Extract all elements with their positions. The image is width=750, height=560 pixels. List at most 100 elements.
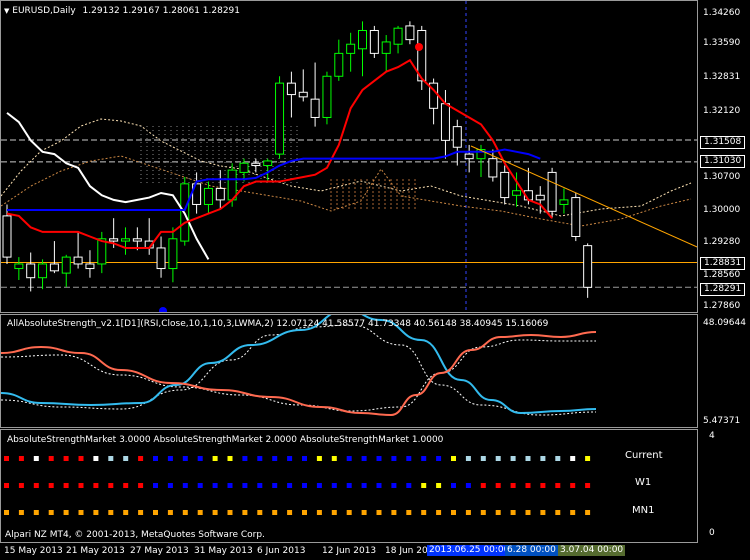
absolute-strength-canvas[interactable] xyxy=(1,315,698,428)
strength-dot xyxy=(555,510,561,515)
strength-dot xyxy=(197,456,203,461)
date-label: 21 May 2013 xyxy=(66,546,125,556)
strength-dot xyxy=(138,510,144,515)
price-chart-canvas[interactable] xyxy=(1,1,698,313)
strength-dot xyxy=(242,510,248,515)
candle-body xyxy=(488,158,498,178)
strength-dot xyxy=(108,510,114,515)
strength-dot xyxy=(331,510,337,515)
date-label: 12 Jun 2013 xyxy=(322,546,377,556)
strength-dot xyxy=(212,456,218,461)
candle-body xyxy=(405,25,415,41)
strength-dot xyxy=(257,483,263,488)
row-label-current: Current xyxy=(625,450,663,461)
candle-body xyxy=(298,91,308,98)
strength-dot xyxy=(421,510,427,515)
strength-dot xyxy=(406,510,412,515)
price-label: 1.32831 xyxy=(703,72,741,82)
strength-market-canvas[interactable] xyxy=(1,430,698,543)
strength-dot xyxy=(451,510,456,515)
strength-dot xyxy=(182,456,188,461)
date-label: 18 Jun 20 xyxy=(385,546,428,556)
strength-dot xyxy=(540,456,546,461)
price-label: 1.33590 xyxy=(703,38,741,48)
strength-dot xyxy=(48,510,54,515)
strength-dot xyxy=(153,456,158,461)
indicator1-max: 48.09644 xyxy=(703,318,746,328)
strength-dot xyxy=(78,456,84,461)
candle-body xyxy=(132,238,142,242)
tenkan-sen-line xyxy=(6,112,210,260)
strength-dot xyxy=(242,456,248,461)
strength-dot xyxy=(406,483,412,488)
strength-dot xyxy=(93,510,99,515)
strength-dot xyxy=(108,483,114,488)
cloud-boundary-b xyxy=(1,155,692,227)
bears-strength-line xyxy=(1,331,597,417)
candle-body xyxy=(358,29,367,50)
chart-title: EURUSD,Daily xyxy=(12,6,76,16)
strength-dot xyxy=(287,510,293,515)
strength-dot xyxy=(540,510,546,515)
strength-dot xyxy=(525,510,531,515)
strength-dot xyxy=(212,483,218,488)
ohlc-values: 1.29132 1.29167 1.28061 1.28291 xyxy=(82,6,240,16)
price-axis[interactable]: 1.34260 1.33590 1.32831 1.32120 1.31508 … xyxy=(699,0,750,543)
strength-dot xyxy=(495,510,501,515)
strength-dot xyxy=(63,456,69,461)
strength-dot xyxy=(451,456,456,461)
price-label: 1.29280 xyxy=(703,237,741,247)
strength-dot xyxy=(287,456,293,461)
strength-dot xyxy=(153,510,158,515)
candle-body xyxy=(559,199,569,205)
strength-dot xyxy=(510,456,516,461)
strength-market-pane[interactable]: AbsoluteStrengthMarket 3.0000 AbsoluteSt… xyxy=(0,429,698,543)
buy-signal-dot xyxy=(159,307,167,312)
price-marker: 1.31030 xyxy=(700,155,746,168)
strength-dot xyxy=(525,456,531,461)
strength-dot xyxy=(465,456,471,461)
strength-dot xyxy=(227,456,233,461)
absolute-strength-pane[interactable]: AllAbsoluteStrength_v2.1[D1](RSI,Close,1… xyxy=(0,314,698,428)
strength-dot xyxy=(316,456,322,461)
strength-dot xyxy=(4,483,9,488)
candle-body xyxy=(215,187,225,201)
strength-dot xyxy=(4,510,9,515)
sell-signal-dot xyxy=(415,43,423,51)
candle-body xyxy=(85,263,95,270)
price-label: 1.30000 xyxy=(703,205,741,215)
price-chart-pane[interactable]: ▼ EURUSD,Daily 1.29132 1.29167 1.28061 1… xyxy=(0,0,698,313)
strength-dot xyxy=(93,456,99,461)
strength-dot xyxy=(480,510,486,515)
price-marker: 1.28831 xyxy=(700,257,746,270)
candle-body xyxy=(239,162,249,173)
strength-dot xyxy=(93,483,99,488)
strength-dot xyxy=(33,510,39,515)
strength-dot xyxy=(153,483,158,488)
candle-body xyxy=(369,29,379,54)
candle-body xyxy=(381,41,391,54)
strength-dot xyxy=(436,483,442,488)
strength-dot xyxy=(376,483,382,488)
price-label: 1.28560 xyxy=(703,270,741,280)
indicator1-min: 5.47371 xyxy=(703,416,741,426)
strength-dot xyxy=(436,510,442,515)
strength-dot xyxy=(480,456,486,461)
strength-dot xyxy=(48,456,54,461)
time-axis[interactable]: 15 May 2013 21 May 2013 27 May 2013 31 M… xyxy=(0,543,750,560)
indicator1-caption: AllAbsoluteStrength_v2.1[D1](RSI,Close,1… xyxy=(7,319,549,329)
strength-dot xyxy=(585,483,591,488)
strength-dot xyxy=(480,483,486,488)
strength-dot xyxy=(33,483,39,488)
strength-dot xyxy=(421,456,427,461)
indicator2-max: 4 xyxy=(709,431,715,441)
candle-body xyxy=(2,215,12,258)
strength-dot xyxy=(18,456,24,461)
candle-body xyxy=(109,238,119,242)
collapse-arrow-icon[interactable]: ▼ xyxy=(4,7,9,15)
candle-body xyxy=(500,171,510,199)
strength-dot xyxy=(123,483,129,488)
strength-dot xyxy=(570,483,576,488)
row-label-mn1: MN1 xyxy=(632,505,655,516)
strength-dot xyxy=(212,510,218,515)
